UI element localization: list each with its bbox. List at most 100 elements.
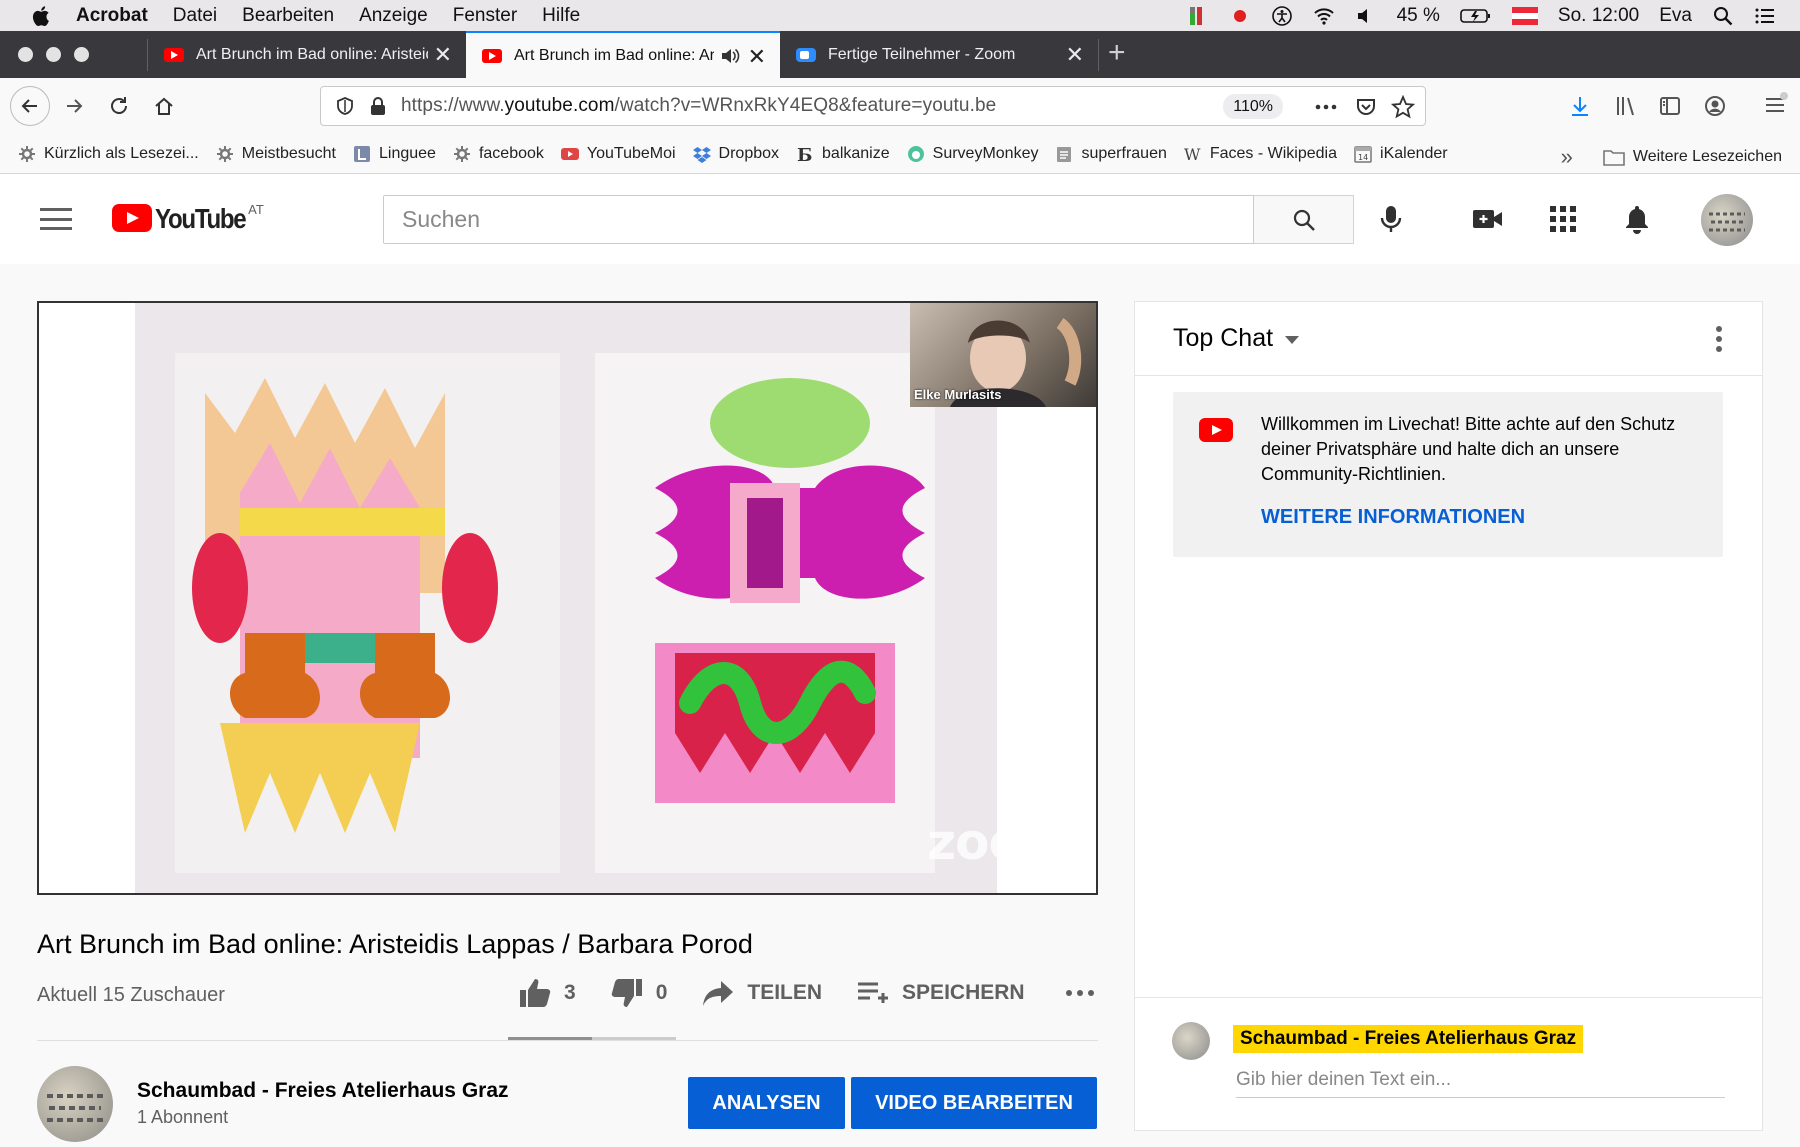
bookmark-meistbesucht[interactable]: Meistbesucht xyxy=(216,145,336,163)
close-tab-icon[interactable]: ✕ xyxy=(1066,42,1084,68)
sidebar-icon[interactable] xyxy=(1658,94,1682,118)
bookmark-facebook[interactable]: facebook xyxy=(453,145,544,163)
status-bars-icon[interactable] xyxy=(1187,5,1209,27)
notifications-button[interactable] xyxy=(1620,202,1654,236)
user-avatar[interactable] xyxy=(1701,194,1753,246)
menu-anzeige[interactable]: Anzeige xyxy=(359,5,428,27)
spotlight-icon[interactable] xyxy=(1712,5,1734,27)
bookmark-label: Meistbesucht xyxy=(241,144,336,162)
surveymonkey-icon xyxy=(907,145,924,162)
search-button[interactable] xyxy=(1254,195,1354,244)
home-button[interactable] xyxy=(148,90,180,122)
menu-datei[interactable]: Datei xyxy=(173,5,217,27)
search-input[interactable]: Suchen xyxy=(383,195,1254,244)
dislike-button[interactable]: 0 xyxy=(610,977,667,1009)
menu-hamburger-icon[interactable] xyxy=(1762,90,1790,118)
forward-button[interactable] xyxy=(58,90,90,122)
chat-welcome-message: Willkommen im Livechat! Bitte achte auf … xyxy=(1173,392,1723,557)
channel-avatar[interactable] xyxy=(37,1066,113,1142)
apps-button[interactable] xyxy=(1546,202,1580,236)
more-bookmarks-chevron-icon[interactable]: » xyxy=(1561,144,1573,170)
user-name[interactable]: Eva xyxy=(1659,5,1692,27)
bookmark-kuerzlich[interactable]: Kürzlich als Lesezei... xyxy=(18,145,199,163)
minimize-window-button[interactable] xyxy=(46,47,61,62)
wifi-icon[interactable] xyxy=(1313,5,1335,27)
download-icon[interactable] xyxy=(1568,94,1592,118)
bookmark-ikalender[interactable]: 14 iKalender xyxy=(1354,145,1448,163)
url-text[interactable]: https://www.youtube.com/watch?v=WRnxRkY4… xyxy=(401,95,996,117)
bookmark-label: Linguee xyxy=(379,144,436,162)
pocket-icon[interactable] xyxy=(1355,96,1377,118)
channel-name[interactable]: Schaumbad - Freies Atelierhaus Graz xyxy=(137,1079,509,1103)
youtube-play-icon xyxy=(112,204,152,232)
close-tab-icon[interactable]: ✕ xyxy=(748,44,766,70)
apple-icon[interactable] xyxy=(30,4,54,28)
menu-hilfe[interactable]: Hilfe xyxy=(542,5,580,27)
svg-text:W: W xyxy=(1184,145,1201,163)
chat-more-icon[interactable] xyxy=(1716,326,1722,352)
edit-video-button[interactable]: VIDEO BEARBEITEN xyxy=(851,1077,1097,1129)
bookmark-youtubemoi[interactable]: YouTubeMoi xyxy=(560,145,676,163)
library-icon[interactable] xyxy=(1614,94,1638,118)
battery-icon[interactable] xyxy=(1460,5,1492,27)
video-frame-artwork xyxy=(135,303,997,893)
gear-icon xyxy=(216,145,233,162)
bookmark-superfrauen[interactable]: superfrauen xyxy=(1055,144,1167,163)
share-button[interactable]: TEILEN xyxy=(701,977,822,1009)
menu-fenster[interactable]: Fenster xyxy=(453,5,517,27)
maximize-window-button[interactable] xyxy=(74,47,89,62)
browser-tab-1[interactable]: Art Brunch im Bad online: Aristeidis Lap… xyxy=(148,31,466,78)
record-icon[interactable] xyxy=(1229,5,1251,27)
guide-menu-icon[interactable] xyxy=(40,208,72,230)
lock-icon[interactable] xyxy=(369,96,387,116)
shield-icon[interactable] xyxy=(335,96,355,116)
viewer-count: Aktuell 15 Zuschauer xyxy=(37,984,225,1006)
divider xyxy=(37,1040,1098,1041)
accessibility-icon[interactable] xyxy=(1271,5,1293,27)
close-window-button[interactable] xyxy=(18,47,33,62)
calendar-icon: 14 xyxy=(1354,145,1372,163)
bookmark-balkanize[interactable]: Бbalkanize xyxy=(796,145,890,163)
chat-mode-selector[interactable]: Top Chat xyxy=(1173,324,1273,353)
browser-tab-3[interactable]: Fertige Teilnehmer - Zoom ✕ xyxy=(780,31,1098,78)
more-actions-button[interactable] xyxy=(1065,988,1095,998)
account-icon[interactable] xyxy=(1703,94,1727,118)
chat-message-input[interactable]: Gib hier deinen Text ein... xyxy=(1236,1066,1725,1098)
notification-center-icon[interactable] xyxy=(1754,5,1776,27)
bookmark-surveymonkey[interactable]: SurveyMonkey xyxy=(907,145,1038,163)
voice-search-button[interactable] xyxy=(1374,202,1408,236)
bookmark-wikipedia[interactable]: W Faces - Wikipedia xyxy=(1184,145,1337,163)
clock[interactable]: So. 12:00 xyxy=(1558,5,1639,27)
save-button[interactable]: SPEICHERN xyxy=(856,977,1025,1009)
bookmark-label: superfrauen xyxy=(1081,144,1167,162)
bookmark-dropbox[interactable]: Dropbox xyxy=(692,145,779,163)
caret-down-icon[interactable] xyxy=(1285,335,1300,344)
menu-app-name[interactable]: Acrobat xyxy=(76,5,148,27)
bell-icon xyxy=(1626,206,1648,234)
bookmark-linguee[interactable]: Linguee xyxy=(353,145,436,163)
back-button[interactable] xyxy=(10,86,50,126)
url-bar[interactable]: https://www.youtube.com/watch?v=WRnxRkY4… xyxy=(320,86,1426,126)
video-actions: 3 0 TEILEN SPEICHERN xyxy=(518,977,1129,1009)
menu-bearbeiten[interactable]: Bearbeiten xyxy=(242,5,334,27)
folder-icon xyxy=(1603,150,1625,166)
create-video-button[interactable] xyxy=(1471,202,1505,236)
more-info-link[interactable]: WEITERE INFORMATIONEN xyxy=(1261,506,1525,529)
more-actions-icon[interactable] xyxy=(1313,97,1339,117)
zoom-level-badge[interactable]: 110% xyxy=(1223,94,1283,119)
youtube-logo[interactable]: YouTube AT xyxy=(112,202,264,234)
gear-icon xyxy=(19,145,35,162)
browser-tab-2-active[interactable]: Art Brunch im Bad online: Aristeidis Lap… xyxy=(466,31,780,78)
close-tab-icon[interactable]: ✕ xyxy=(434,42,452,68)
reload-button[interactable] xyxy=(103,90,135,122)
welcome-text: Willkommen im Livechat! Bitte achte auf … xyxy=(1261,414,1676,484)
analytics-button[interactable]: ANALYSEN xyxy=(688,1077,845,1129)
like-button[interactable]: 3 xyxy=(518,977,576,1009)
tab-audio-icon[interactable] xyxy=(720,46,740,66)
new-tab-button[interactable]: + xyxy=(1108,36,1126,70)
video-player[interactable]: Elke Murlasits zoom xyxy=(37,301,1098,895)
volume-icon[interactable] xyxy=(1355,5,1377,27)
austria-flag-icon[interactable] xyxy=(1511,5,1538,27)
bookmark-star-icon[interactable] xyxy=(1391,95,1415,119)
bookmark-folder-weitere[interactable]: Weitere Lesezeichen xyxy=(1603,148,1782,166)
